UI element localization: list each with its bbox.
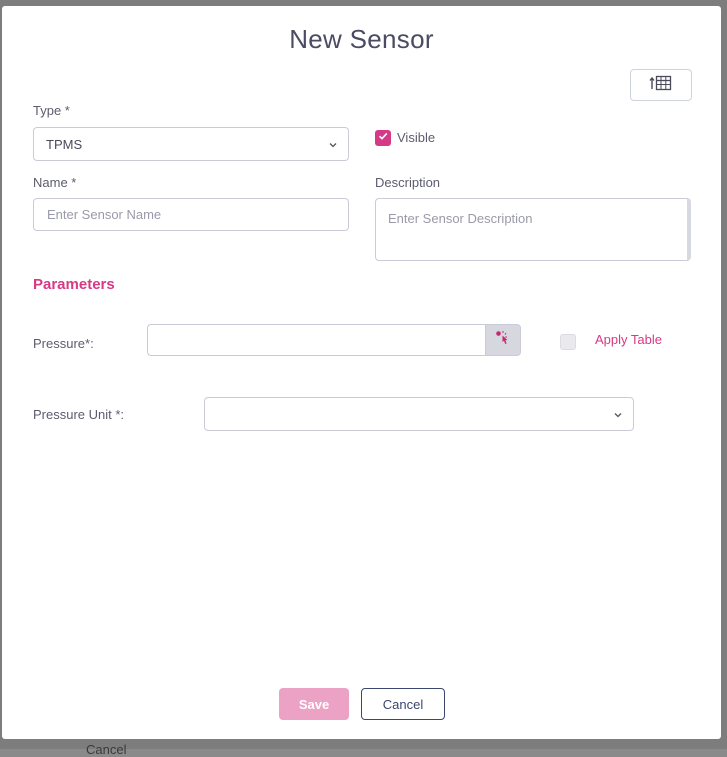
pressure-unit-label: Pressure Unit *:	[33, 407, 125, 422]
sensor-name-placeholder: Enter Sensor Name	[47, 207, 162, 222]
apply-table-checkbox[interactable]	[560, 334, 576, 350]
table-import-button[interactable]	[630, 69, 692, 101]
pressure-label: Pressure*:	[33, 336, 94, 351]
parameters-heading: Parameters	[33, 276, 115, 293]
pointer-click-icon	[494, 329, 512, 352]
type-select[interactable]: TPMS	[33, 127, 349, 161]
dialog-title: New Sensor	[289, 24, 434, 54]
pressure-input[interactable]	[147, 324, 486, 356]
apply-table-link[interactable]: Apply Table	[595, 332, 662, 347]
type-label: Type *	[33, 103, 70, 118]
sensor-description-textarea[interactable]: Enter Sensor Description	[375, 198, 691, 261]
name-label: Name *	[33, 175, 77, 190]
chevron-down-icon	[327, 139, 339, 151]
visible-label: Visible	[397, 130, 436, 145]
pressure-picker-button[interactable]	[485, 324, 521, 356]
pressure-unit-select[interactable]	[204, 397, 634, 431]
cancel-button[interactable]: Cancel	[361, 688, 445, 720]
table-arrow-up-icon	[649, 74, 673, 97]
sensor-name-input[interactable]: Enter Sensor Name	[33, 198, 349, 231]
sensor-description-placeholder: Enter Sensor Description	[388, 211, 533, 226]
new-sensor-dialog: New Sensor Type * TPMS Visible Name * En	[2, 6, 721, 739]
visible-checkbox[interactable]	[375, 130, 391, 146]
description-label: Description	[375, 175, 441, 190]
type-select-value: TPMS	[46, 136, 83, 152]
chevron-down-icon	[612, 409, 624, 421]
save-button[interactable]: Save	[279, 688, 349, 720]
background-text: Cancel	[86, 742, 127, 757]
checkmark-icon	[377, 129, 389, 147]
